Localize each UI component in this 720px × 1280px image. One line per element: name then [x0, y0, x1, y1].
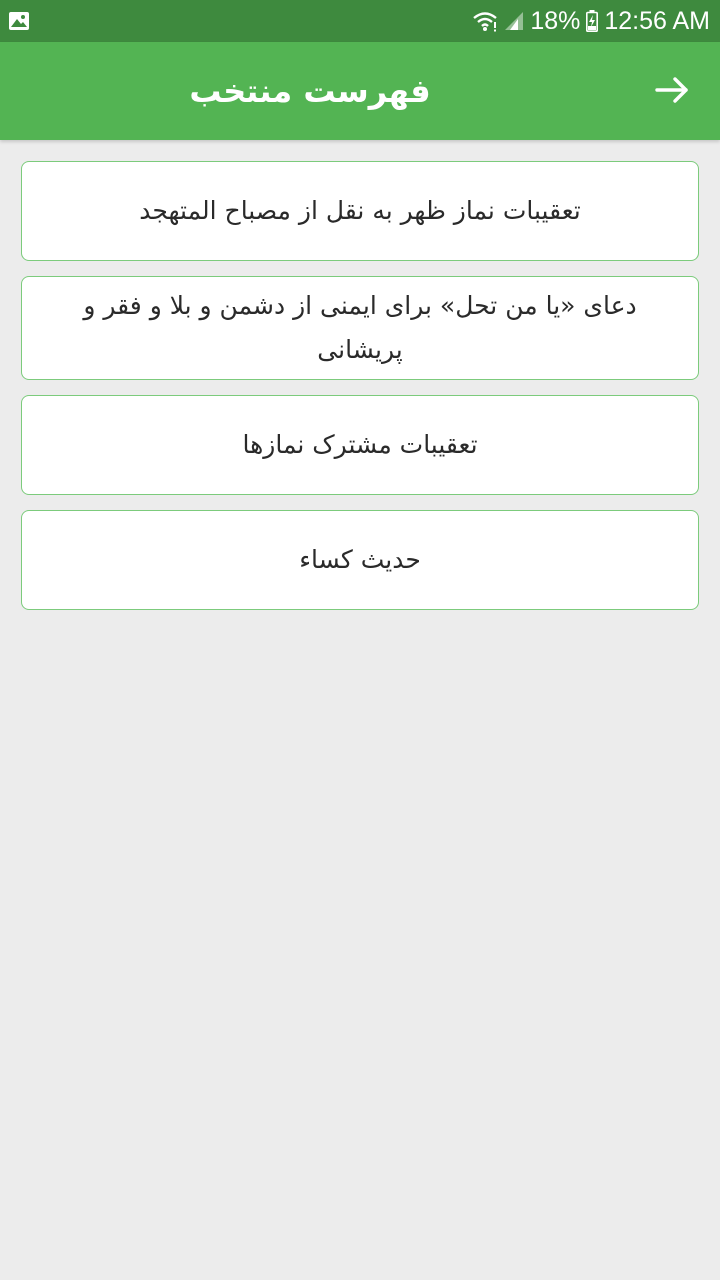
arrow-right-icon	[655, 77, 689, 107]
list-item-label: تعقیبات نماز ظهر به نقل از مصباح المتهجد	[139, 196, 581, 225]
favorites-list: تعقیبات نماز ظهر به نقل از مصباح المتهجد…	[21, 161, 699, 625]
signal-icon	[504, 11, 524, 31]
list-item-label: دعای «یا من تحل» برای ایمنی از دشمن و بل…	[83, 291, 637, 364]
image-notification-icon	[8, 11, 30, 31]
status-bar: 18% 12:56 AM	[0, 0, 720, 42]
list-item[interactable]: تعقیبات نماز ظهر به نقل از مصباح المتهجد	[21, 161, 699, 261]
wifi-icon	[472, 10, 498, 32]
app-bar: فهرست منتخب	[0, 42, 720, 140]
list-item-label: حدیث کساء	[299, 545, 421, 574]
list-item[interactable]: حدیث کساء	[21, 510, 699, 610]
back-button[interactable]	[654, 74, 690, 110]
clock: 12:56 AM	[604, 6, 710, 35]
list-item[interactable]: دعای «یا من تحل» برای ایمنی از دشمن و بل…	[21, 276, 699, 380]
battery-charging-icon	[586, 10, 599, 32]
battery-percent: 18%	[530, 6, 581, 35]
page-title: فهرست منتخب	[189, 72, 431, 110]
list-item[interactable]: تعقیبات مشترک نمازها	[21, 395, 699, 495]
list-item-label: تعقیبات مشترک نمازها	[242, 430, 478, 459]
